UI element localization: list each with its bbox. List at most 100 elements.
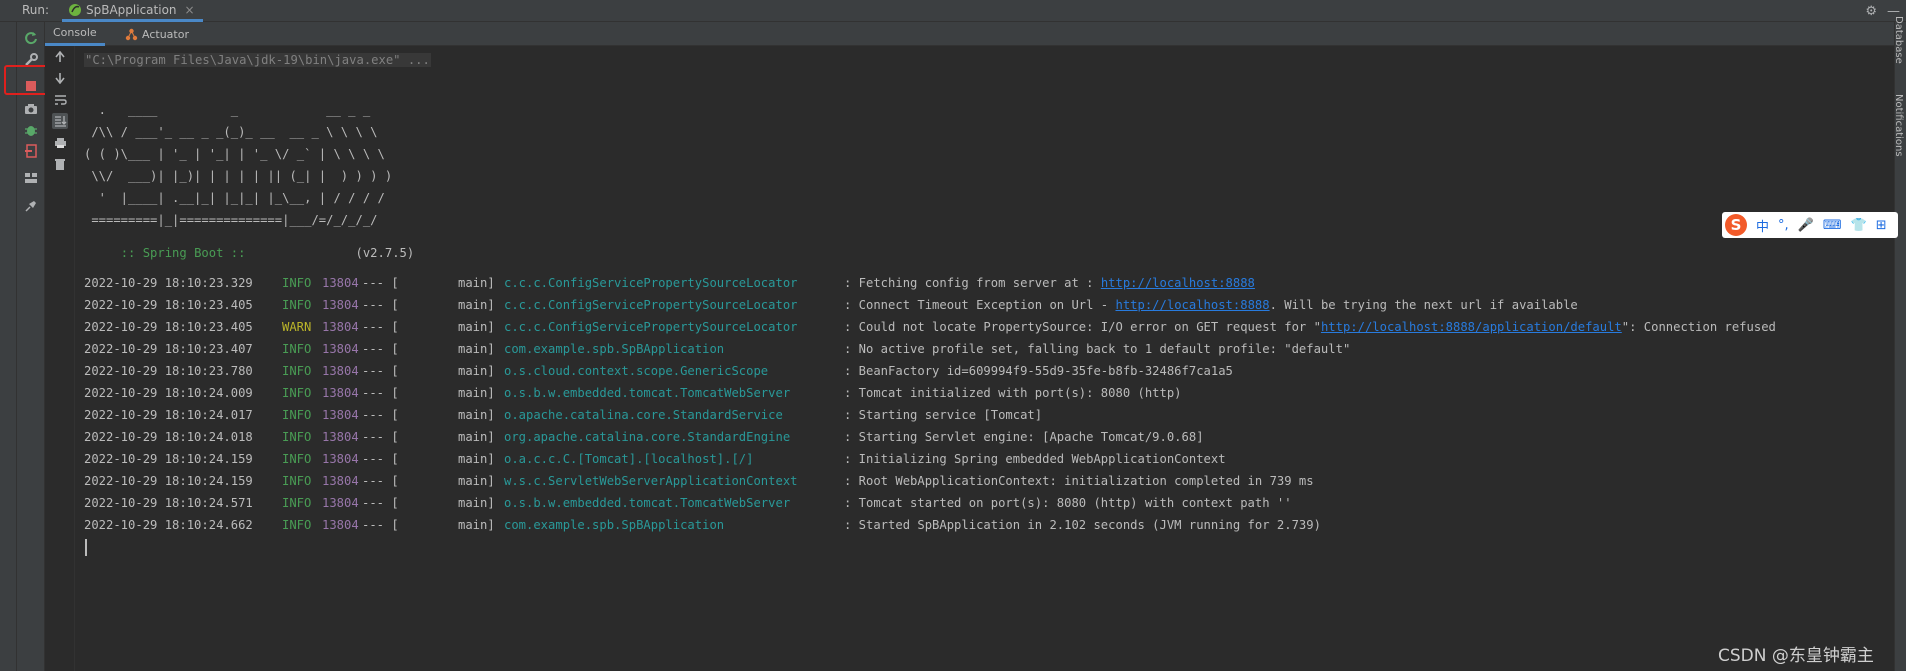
- log-url-link[interactable]: http://localhost:8888: [1116, 298, 1270, 312]
- log-pid: 13804: [322, 408, 359, 422]
- sogou-logo-icon: S: [1725, 214, 1747, 236]
- log-separator: --- [: [362, 496, 399, 510]
- log-thread: main]: [458, 408, 495, 422]
- log-thread: main]: [458, 430, 495, 444]
- log-lines: 2022-10-29 18:10:23.329 INFO 13804 --- [mai…: [84, 272, 1776, 536]
- arrow-down-icon[interactable]: [52, 70, 68, 86]
- notifications-tool-label[interactable]: Notifications: [1893, 94, 1904, 157]
- log-message: : Could not locate PropertySource: I/O e…: [844, 316, 1776, 338]
- arrow-up-icon[interactable]: [52, 49, 68, 65]
- gear-icon[interactable]: ⚙: [1865, 4, 1877, 19]
- log-message-text: : Root WebApplicationContext: initializa…: [844, 474, 1314, 488]
- log-row: 2022-10-29 18:10:24.009 INFO 13804 --- [mai…: [84, 382, 1776, 404]
- log-level: INFO: [282, 386, 312, 400]
- log-url-link[interactable]: http://localhost:8888/application/defaul…: [1321, 320, 1622, 334]
- keyboard-icon[interactable]: ⌨: [1823, 218, 1842, 233]
- log-logger: c.c.c.ConfigServicePropertySourceLocator: [504, 298, 798, 312]
- soft-wrap-icon[interactable]: [52, 92, 68, 108]
- print-icon[interactable]: [52, 135, 68, 151]
- close-icon[interactable]: ×: [185, 3, 195, 17]
- log-level: INFO: [282, 430, 312, 444]
- skin-shirt-icon[interactable]: 👕: [1851, 218, 1867, 233]
- log-timestamp: 2022-10-29 18:10:23.329: [84, 276, 253, 290]
- log-logger: o.s.cloud.context.scope.GenericScope: [504, 364, 769, 378]
- log-timestamp: 2022-10-29 18:10:23.407: [84, 342, 253, 356]
- log-thread: main]: [458, 364, 495, 378]
- log-level: INFO: [282, 518, 312, 532]
- log-message: : No active profile set, falling back to…: [844, 338, 1350, 360]
- scroll-to-end-icon[interactable]: [52, 113, 68, 129]
- log-separator: --- [: [362, 408, 399, 422]
- log-level: INFO: [282, 298, 312, 312]
- log-level: INFO: [282, 364, 312, 378]
- log-logger: c.c.c.ConfigServicePropertySourceLocator: [504, 320, 798, 334]
- microphone-icon[interactable]: 🎤: [1798, 218, 1814, 233]
- log-message-text: : No active profile set, falling back to…: [844, 342, 1351, 356]
- log-separator: --- [: [362, 320, 399, 334]
- ime-toolbar[interactable]: S 中 °, 🎤 ⌨ 👕 ⊞: [1722, 212, 1898, 238]
- database-tool-label[interactable]: Database: [1893, 16, 1904, 64]
- console-output[interactable]: "C:\Program Files\Java\jdk-19\bin\java.e…: [76, 46, 1894, 671]
- apps-grid-icon[interactable]: ⊞: [1876, 218, 1887, 233]
- log-separator: --- [: [362, 386, 399, 400]
- tab-actuator[interactable]: Actuator: [117, 22, 197, 46]
- log-level: INFO: [282, 452, 312, 466]
- log-row: 2022-10-29 18:10:24.018 INFO 13804 --- [ mai…: [84, 426, 1776, 448]
- ime-punctuation-icon[interactable]: °,: [1778, 218, 1789, 233]
- console-toolbar: [45, 46, 75, 671]
- debug-bug-icon[interactable]: [23, 122, 39, 138]
- log-thread: main]: [458, 276, 495, 290]
- log-level: WARN: [282, 320, 312, 334]
- log-message: : Tomcat initialized with port(s): 8080 …: [844, 382, 1182, 404]
- log-row: 2022-10-29 18:10:23.405 INFO 13804 --- [mai…: [84, 294, 1776, 316]
- log-separator: --- [: [362, 298, 399, 312]
- layout-icon[interactable]: [23, 170, 39, 186]
- csdn-watermark: CSDN @东皇钟霸主: [1718, 646, 1874, 666]
- log-message-text: : Starting service [Tomcat]: [844, 408, 1043, 422]
- log-message-text: : BeanFactory id=609994f9-55d9-35fe-b8fb…: [844, 364, 1233, 378]
- run-label: Run:: [22, 3, 50, 17]
- log-url-link[interactable]: http://localhost:8888: [1101, 276, 1255, 290]
- spring-boot-version-line: :: Spring Boot :: (v2.7.5): [84, 232, 415, 274]
- log-message-text: : Starting Servlet engine: [Apache Tomca…: [844, 430, 1204, 444]
- run-tab-spbapplication[interactable]: SpBApplication ×: [62, 0, 203, 22]
- log-logger: com.example.spb.SpBApplication: [504, 342, 725, 356]
- log-separator: --- [: [362, 430, 399, 444]
- spring-banner: . ____ _ __ _ _ /\\ / ___'_ __ _ _(_)_ _…: [84, 103, 393, 227]
- camera-icon[interactable]: [23, 101, 39, 117]
- exit-icon[interactable]: [23, 143, 39, 159]
- log-separator: --- [: [362, 342, 399, 356]
- left-tool-strip: [0, 22, 17, 671]
- log-separator: --- [: [362, 518, 399, 532]
- log-level: INFO: [282, 276, 312, 290]
- tab-console[interactable]: Console: [45, 22, 105, 46]
- log-separator: --- [: [362, 474, 399, 488]
- tab-console-label: Console: [53, 26, 97, 39]
- command-line[interactable]: "C:\Program Files\Java\jdk-19\bin\java.e…: [84, 53, 431, 67]
- log-separator: --- [: [362, 452, 399, 466]
- log-logger: o.s.b.w.embedded.tomcat.TomcatWebServer: [504, 496, 791, 510]
- log-thread: main]: [458, 298, 495, 312]
- log-pid: 13804: [322, 430, 359, 444]
- log-timestamp: 2022-10-29 18:10:24.018: [84, 430, 253, 444]
- pin-icon[interactable]: [23, 198, 39, 214]
- log-thread: main]: [458, 452, 495, 466]
- trash-icon[interactable]: [52, 156, 68, 172]
- run-toolbar: [17, 22, 45, 671]
- log-timestamp: 2022-10-29 18:10:23.405: [84, 320, 253, 334]
- spring-boot-version: (v2.7.5): [252, 246, 415, 260]
- log-thread: main]: [458, 320, 495, 334]
- log-thread: main]: [458, 496, 495, 510]
- log-message: : Starting Servlet engine: [Apache Tomca…: [844, 426, 1204, 448]
- log-pid: 13804: [322, 298, 359, 312]
- log-pid: 13804: [322, 474, 359, 488]
- log-logger: c.c.c.ConfigServicePropertySourceLocator: [504, 276, 798, 290]
- log-row: 2022-10-29 18:10:24.662 INFO 13804 --- [mai…: [84, 514, 1776, 536]
- ime-chinese-mode-icon[interactable]: 中: [1756, 216, 1769, 235]
- log-row: 2022-10-29 18:10:24.571 INFO 13804 --- [mai…: [84, 492, 1776, 514]
- log-logger: o.apache.catalina.core.StandardService: [504, 408, 783, 422]
- log-timestamp: 2022-10-29 18:10:23.780: [84, 364, 253, 378]
- log-row: 2022-10-29 18:10:23.329 INFO 13804 --- [mai…: [84, 272, 1776, 294]
- rerun-icon[interactable]: [23, 30, 39, 46]
- log-logger: w.s.c.ServletWebServerApplicationContext: [504, 474, 798, 488]
